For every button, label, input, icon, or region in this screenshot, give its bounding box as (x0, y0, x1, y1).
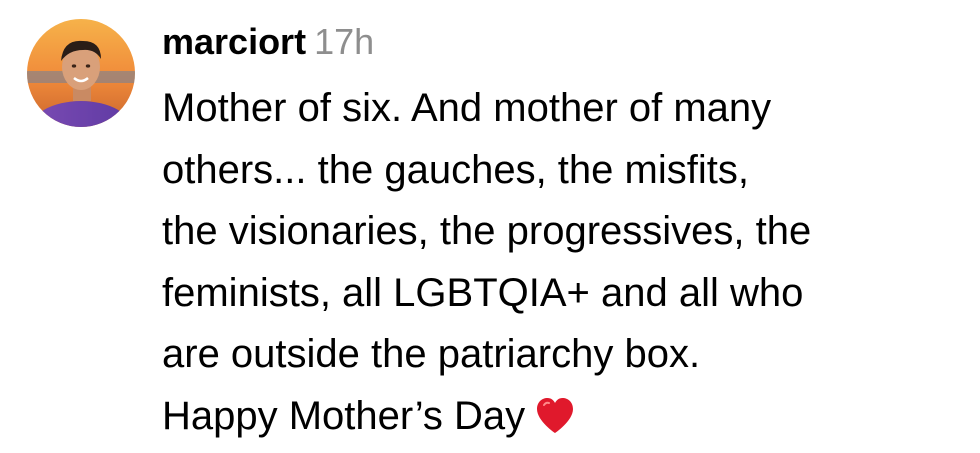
comment-line: the visionaries, the progressives, the (162, 201, 972, 263)
comment-content: marciort17h Mother of six. And mother of… (162, 16, 972, 453)
comment-line: others... the gauches, the misfits, (162, 140, 972, 202)
comment-text: Mother of six. And mother of many others… (162, 78, 972, 453)
comment-line: Happy Mother’s Day (162, 394, 525, 438)
comment-line: Mother of six. And mother of many (162, 78, 972, 140)
timestamp: 17h (314, 21, 374, 62)
comment-last-line: Happy Mother’s Day (162, 386, 972, 453)
comment-line: are outside the patriarchy box. (162, 324, 972, 386)
username[interactable]: marciort (162, 21, 306, 62)
avatar[interactable] (27, 19, 135, 127)
avatar-photo (27, 19, 135, 127)
comment: marciort17h Mother of six. And mother of… (0, 0, 980, 451)
comment-header: marciort17h (162, 16, 972, 68)
comment-line: feminists, all LGBTQIA+ and all who (162, 263, 972, 325)
heart-icon (535, 392, 575, 453)
